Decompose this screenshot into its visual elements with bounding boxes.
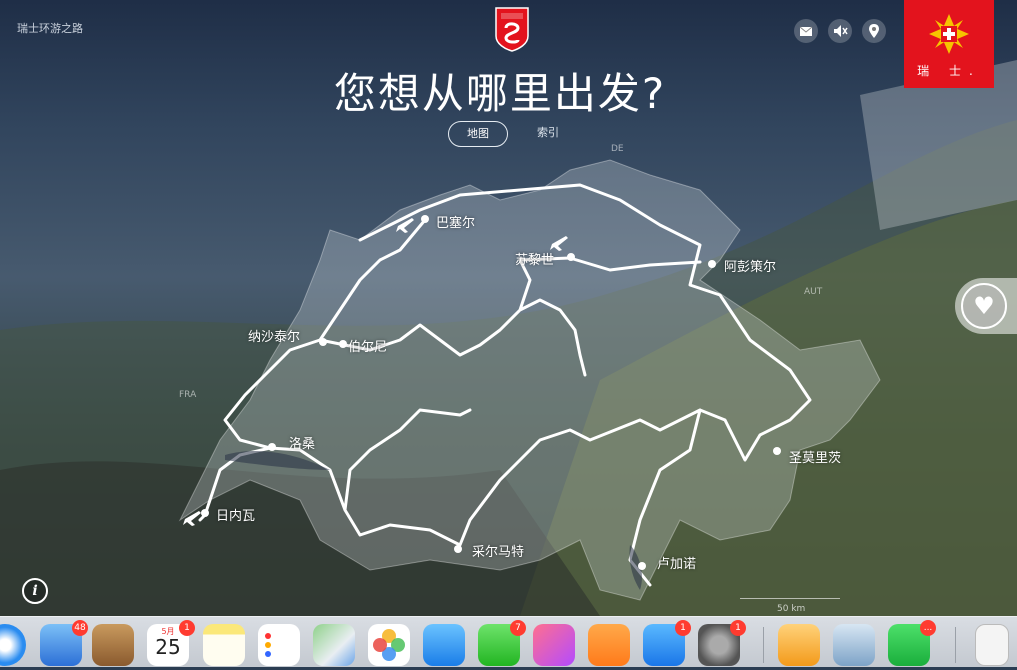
dock-pages-icon[interactable] <box>778 624 820 666</box>
city-label-neuchatel[interactable]: 纳沙泰尔 <box>248 326 300 345</box>
dock-document-icon[interactable] <box>975 624 1009 666</box>
dock-messages-icon[interactable] <box>423 624 465 666</box>
map-scale-bar <box>740 598 840 599</box>
location-button[interactable] <box>862 19 886 43</box>
map-view: DE AUT FRA 巴塞尔 苏黎世 阿彭策尔 纳沙泰尔 伯尔尼 洛桑 日内瓦 … <box>0 0 1017 616</box>
badge-text: 瑞 士. <box>917 64 981 78</box>
city-label-zurich[interactable]: 苏黎世 <box>515 249 554 268</box>
calendar-day: 25 <box>155 635 181 659</box>
badge: 1 <box>179 620 195 636</box>
city-label-appenzell[interactable]: 阿彭策尔 <box>724 256 776 275</box>
tab-map[interactable]: 地图 <box>448 121 508 147</box>
badge: ... <box>920 620 936 636</box>
dock-calendar-icon[interactable]: 5月 25 1 <box>147 620 195 666</box>
badge: 48 <box>72 620 88 636</box>
city-label-basel[interactable]: 巴塞尔 <box>436 212 475 231</box>
dock-reminders-icon[interactable] <box>258 624 300 666</box>
switzerland-tourism-badge[interactable]: 瑞 士. <box>904 0 994 88</box>
heart-icon: ♥ <box>961 283 1007 329</box>
badge: 7 <box>510 620 526 636</box>
dock: 48 5月 25 1 7 1 1 ... <box>0 616 1017 667</box>
country-label-aut: AUT <box>804 287 823 297</box>
mail-button[interactable] <box>794 19 818 43</box>
dock-notes-icon[interactable] <box>203 624 245 666</box>
country-label-de: DE <box>611 144 624 154</box>
favorite-button[interactable]: ♥ <box>955 278 1017 334</box>
swiss-flower-logo-icon <box>929 14 969 54</box>
city-label-geneva[interactable]: 日内瓦 <box>216 505 255 524</box>
dock-photos-icon[interactable] <box>368 624 410 666</box>
dock-safari-icon[interactable] <box>0 624 26 666</box>
city-label-bern[interactable]: 伯尔尼 <box>348 336 387 355</box>
switzerland-outline <box>178 159 881 601</box>
speaker-muted-icon <box>834 25 848 37</box>
dock-facetime-icon[interactable]: 7 <box>478 620 526 666</box>
dock-contacts-icon[interactable] <box>92 624 134 666</box>
city-label-st-moritz[interactable]: 圣莫里茨 <box>789 447 841 466</box>
mail-icon <box>799 26 813 36</box>
info-icon[interactable]: i <box>22 578 48 604</box>
dock-mail-icon[interactable]: 48 <box>40 620 88 666</box>
badge: 1 <box>675 620 691 636</box>
location-pin-icon <box>869 24 879 38</box>
dock-app-store-icon[interactable]: 1 <box>643 620 691 666</box>
dock-preview-icon[interactable] <box>833 624 875 666</box>
dock-wechat-icon[interactable]: ... <box>888 620 936 666</box>
site-title: 瑞士环游之路 <box>17 22 83 35</box>
mute-button[interactable] <box>828 19 852 43</box>
badge: 1 <box>730 620 746 636</box>
tab-index[interactable]: 索引 <box>528 121 568 145</box>
grand-tour-logo[interactable] <box>493 6 531 52</box>
dock-separator <box>955 627 956 663</box>
dock-books-icon[interactable] <box>588 624 630 666</box>
dock-music-icon[interactable] <box>533 624 575 666</box>
page-title: 您想从哪里出发? <box>333 69 667 118</box>
dock-separator <box>763 627 764 663</box>
dock-system-preferences-icon[interactable]: 1 <box>698 620 746 666</box>
dock-maps-icon[interactable] <box>313 624 355 666</box>
country-label-fra: FRA <box>179 390 197 400</box>
city-label-lausanne[interactable]: 洛桑 <box>289 433 315 452</box>
map-scale-label: 50 km <box>777 604 806 614</box>
city-label-lugano[interactable]: 卢加诺 <box>657 553 696 572</box>
city-label-zermatt[interactable]: 采尔马特 <box>472 541 524 560</box>
